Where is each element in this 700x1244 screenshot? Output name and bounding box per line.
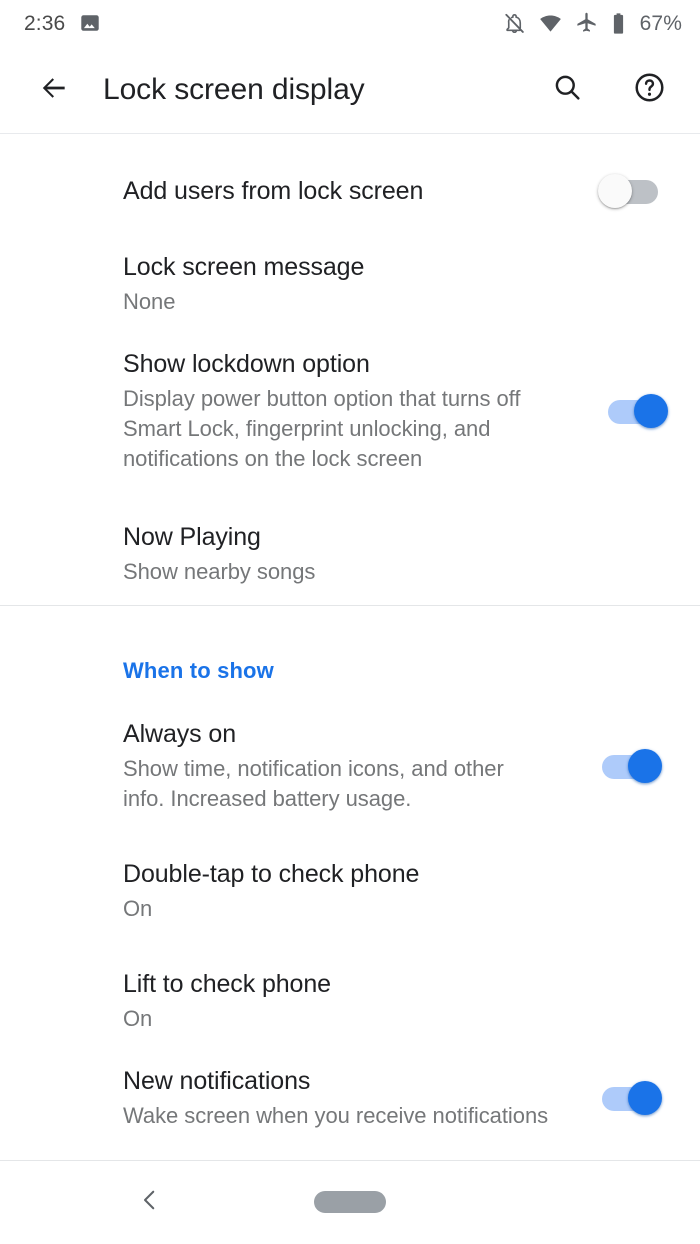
- pref-text-block: Show lockdown option Display power butto…: [123, 348, 604, 473]
- pref-title: New notifications: [123, 1067, 311, 1096]
- arrow-back-icon: [38, 72, 70, 109]
- section-divider: [0, 605, 700, 606]
- switch-knob: [634, 394, 668, 428]
- status-bar-clock: 2:36: [24, 11, 66, 35]
- pref-text-block: Lock screen message None: [123, 251, 664, 317]
- settings-section-general: Add users from lock screen Lock screen m…: [0, 153, 700, 584]
- status-bar-left: 2:36: [24, 12, 101, 34]
- help-circle-icon: [633, 71, 666, 109]
- search-icon: [552, 72, 583, 108]
- search-button[interactable]: [540, 63, 594, 117]
- pref-text-block: Add users from lock screen: [123, 175, 598, 207]
- page-title: Lock screen display: [103, 73, 365, 106]
- pref-text-block: Lift to check phone On: [123, 968, 664, 1034]
- pref-now-playing[interactable]: Now Playing Show nearby songs: [0, 499, 700, 584]
- pref-text-block: Double-tap to check phone On: [123, 858, 664, 924]
- pref-summary: Wake screen when you receive notificatio…: [123, 1103, 549, 1129]
- pref-title: Always on: [123, 720, 237, 749]
- pref-show-lockdown-option[interactable]: Show lockdown option Display power butto…: [0, 335, 700, 487]
- switch-knob: [598, 174, 632, 208]
- pref-summary: Display power button option that turns o…: [123, 386, 521, 471]
- chevron-back-icon: [137, 1187, 163, 1218]
- pref-summary: None: [123, 289, 176, 314]
- pref-lift-to-check-phone[interactable]: Lift to check phone On: [0, 946, 700, 1031]
- pref-new-notifications[interactable]: New notifications Wake screen when you r…: [0, 1056, 700, 1140]
- bell-slash-icon: [503, 12, 526, 35]
- pref-add-users-from-lock-screen[interactable]: Add users from lock screen: [0, 153, 700, 229]
- settings-section-when-to-show: When to show Always on Show time, notifi…: [0, 658, 700, 1140]
- pref-title: Add users from lock screen: [123, 177, 424, 205]
- phone-screen: 2:36 67% Lock screen display Add users f…: [0, 0, 700, 1244]
- pref-text-block: New notifications Wake screen when you r…: [123, 1065, 598, 1131]
- pref-summary: Show nearby songs: [123, 559, 316, 584]
- pref-text-block: Now Playing Show nearby songs: [123, 521, 664, 587]
- help-button[interactable]: [622, 63, 676, 117]
- pref-title: Double-tap to check phone: [123, 860, 420, 888]
- pref-double-tap-to-check-phone[interactable]: Double-tap to check phone On: [0, 836, 700, 921]
- image-screenshot-icon: [79, 12, 101, 34]
- switch-always-on[interactable]: [598, 749, 662, 783]
- home-pill-icon[interactable]: [314, 1191, 386, 1213]
- pref-always-on[interactable]: Always on Show time, notification icons,…: [0, 708, 700, 824]
- switch-new-notifications[interactable]: [598, 1081, 662, 1115]
- pref-title: Now Playing: [123, 523, 261, 551]
- pref-title: Lift to check phone: [123, 970, 331, 998]
- switch-knob: [628, 1081, 662, 1115]
- wifi-icon: [539, 12, 562, 35]
- pref-summary: On: [123, 896, 153, 921]
- pref-title: Show lockdown option: [123, 350, 370, 379]
- app-toolbar: Lock screen display: [0, 46, 700, 134]
- switch-add-users-from-lock-screen[interactable]: [598, 174, 662, 208]
- nav-back-button[interactable]: [127, 1179, 173, 1225]
- pref-summary: Show time, notification icons, and other…: [123, 756, 504, 811]
- switch-show-lockdown-option[interactable]: [604, 394, 668, 428]
- airplane-mode-icon: [575, 12, 598, 35]
- battery-icon: [611, 12, 626, 35]
- pref-lock-screen-message[interactable]: Lock screen message None: [0, 229, 700, 314]
- system-navigation-bar: [0, 1160, 700, 1244]
- switch-knob: [628, 749, 662, 783]
- section-header-when-to-show: When to show: [123, 658, 274, 683]
- pref-title: Lock screen message: [123, 253, 365, 281]
- battery-percent-label: 67%: [639, 11, 682, 35]
- back-button[interactable]: [28, 64, 80, 116]
- status-bar: 2:36 67%: [0, 0, 700, 46]
- status-bar-right: 67%: [503, 12, 682, 35]
- pref-summary: On: [123, 1006, 153, 1031]
- pref-text-block: Always on Show time, notification icons,…: [123, 718, 598, 813]
- settings-list[interactable]: Add users from lock screen Lock screen m…: [0, 134, 700, 1160]
